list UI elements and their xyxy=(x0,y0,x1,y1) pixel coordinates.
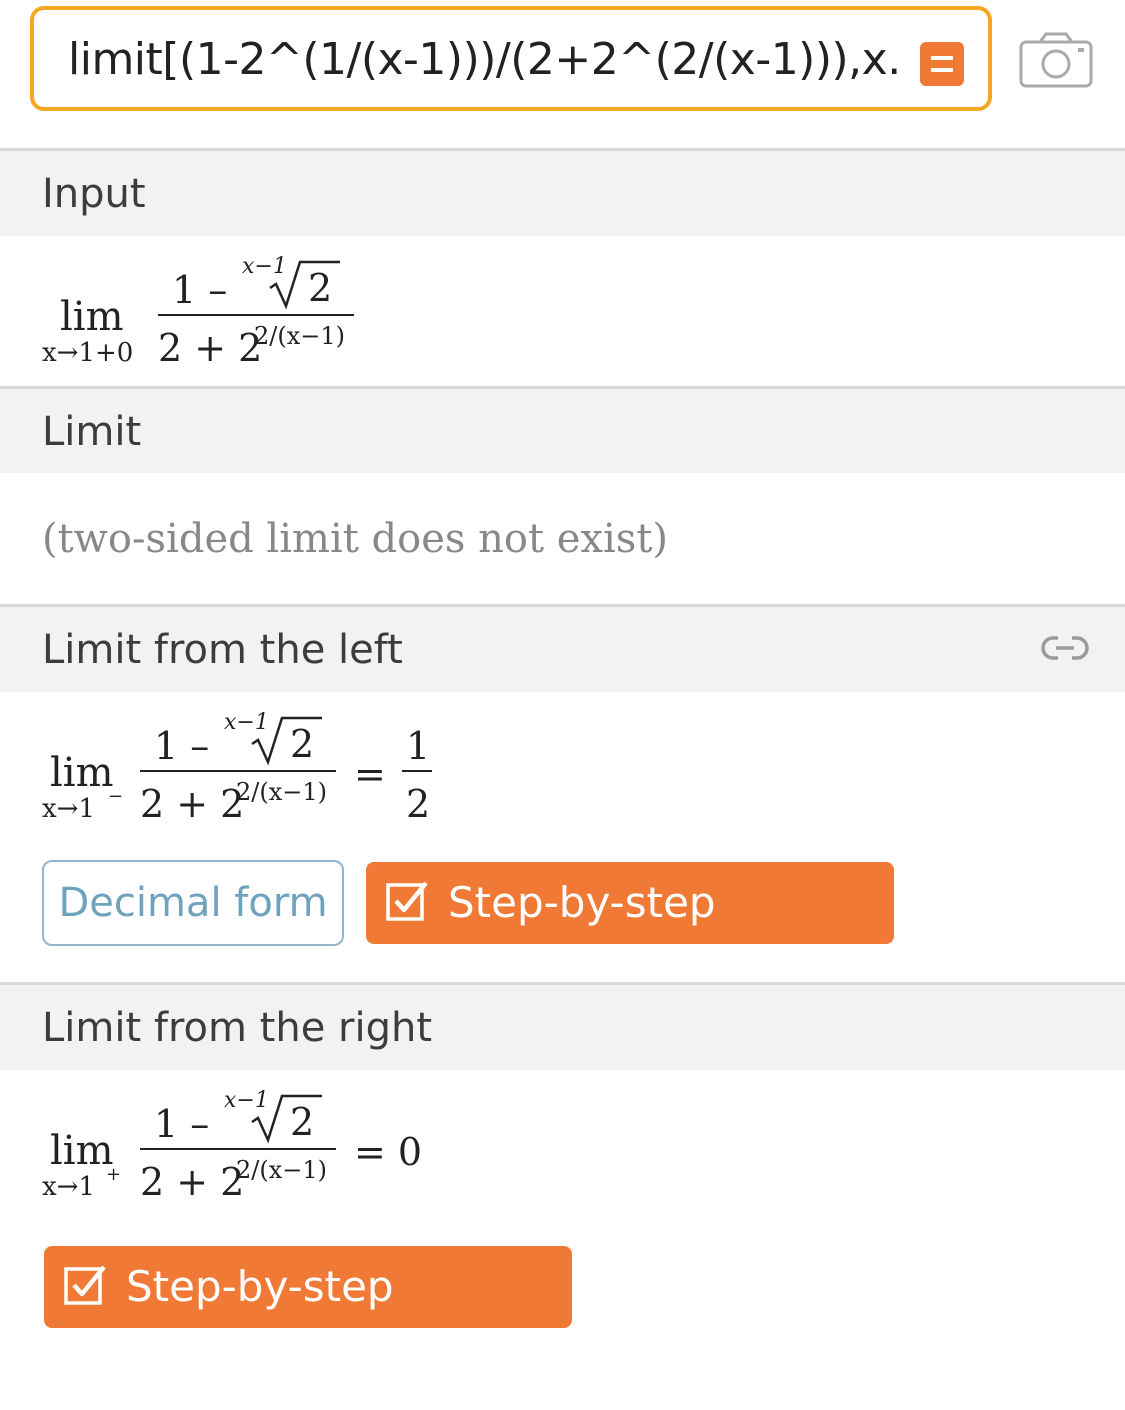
limit-result: (two-sided limit does not exist) xyxy=(42,516,668,562)
right-limit-pod-title: Limit from the right xyxy=(42,1005,433,1051)
lim-subscript: x→1+0 xyxy=(42,338,134,368)
equals-icon[interactable] xyxy=(920,42,964,86)
right-limit-pod-header: Limit from the right xyxy=(0,982,1125,1070)
result-denominator: 2 xyxy=(406,782,431,826)
lim-subscript: x→1 xyxy=(42,794,95,824)
checkbox-icon xyxy=(386,881,428,921)
denominator-exponent: 2/(x−1) xyxy=(236,778,327,806)
radicand: 2 xyxy=(308,266,333,310)
limit-pod-header: Limit xyxy=(0,386,1125,473)
lim-label: lim xyxy=(50,1128,114,1174)
radicand: 2 xyxy=(290,722,315,766)
denominator-base: 2 + 2 xyxy=(140,782,245,826)
fraction-bar xyxy=(140,1148,336,1150)
step-button-label: Step-by-step solution xyxy=(126,1262,394,1393)
denominator-exponent: 2/(x−1) xyxy=(254,322,345,350)
denominator-base: 2 + 2 xyxy=(140,1160,245,1204)
lim-subscript: x→1 xyxy=(42,1172,95,1202)
result-numerator: 1 xyxy=(406,724,431,768)
decimal-form-button[interactable]: Decimal form xyxy=(42,860,344,946)
radicand: 2 xyxy=(290,1100,315,1144)
left-limit-pod-header: Limit from the left xyxy=(0,604,1125,692)
checkbox-icon xyxy=(64,1265,106,1305)
link-icon[interactable] xyxy=(1040,628,1090,668)
numerator-prefix: 1 – xyxy=(172,268,228,312)
step-by-step-button-left[interactable]: Step-by-step solution xyxy=(366,862,894,1009)
denominator-base: 2 + 2 xyxy=(158,326,263,370)
lim-label: lim xyxy=(50,750,114,796)
limit-pod-title: Limit xyxy=(42,409,142,455)
fraction-bar xyxy=(140,770,336,772)
fraction-bar xyxy=(158,314,354,316)
query-input-box[interactable]: limit[(1-2^(1/(x-1)))/(2+2^(2/(x-1))),x.… xyxy=(30,6,992,111)
left-limit-pod-title: Limit from the left xyxy=(42,627,403,673)
lim-subscript-sign: − xyxy=(108,786,124,807)
result-fraction-bar xyxy=(402,770,432,772)
step-by-step-button-right[interactable]: Step-by-step solution xyxy=(44,1246,572,1393)
lim-label: lim xyxy=(60,294,124,340)
input-pod-header: Input xyxy=(0,148,1125,236)
equals-sign: = xyxy=(354,752,386,796)
numerator-prefix: 1 – xyxy=(154,724,210,768)
input-pod-title: Input xyxy=(42,171,146,217)
lim-subscript-sign: + xyxy=(106,1164,122,1185)
query-input[interactable]: limit[(1-2^(1/(x-1)))/(2+2^(2/(x-1))),x.… xyxy=(68,34,898,85)
numerator-prefix: 1 – xyxy=(154,1102,210,1146)
equals-result: = 0 xyxy=(354,1130,423,1174)
denominator-exponent: 2/(x−1) xyxy=(236,1156,327,1184)
camera-icon[interactable] xyxy=(1018,30,1094,90)
